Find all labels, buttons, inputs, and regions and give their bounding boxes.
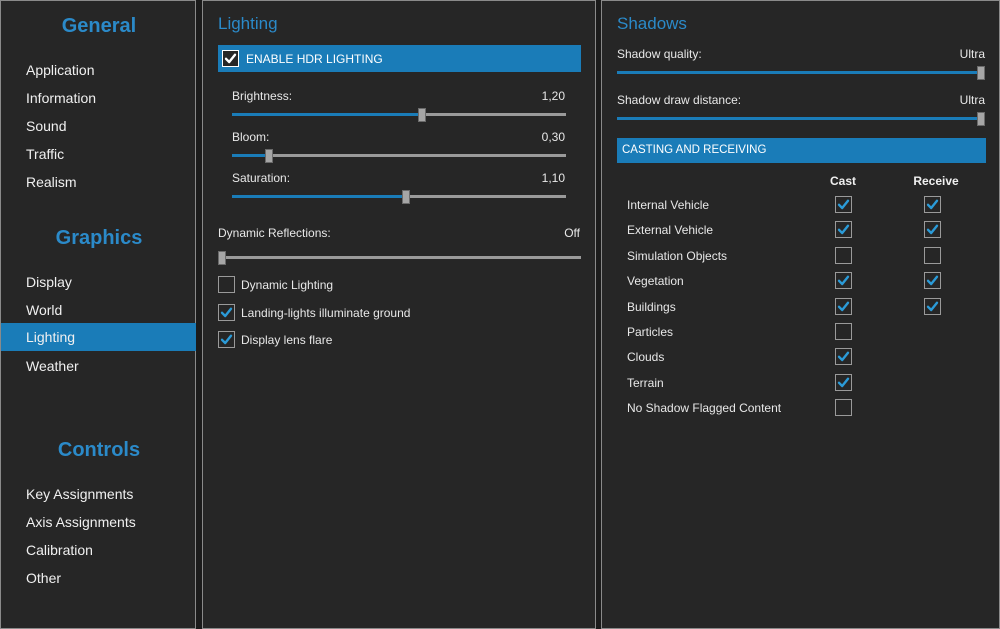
- shadow-row-label: Buildings: [627, 299, 676, 314]
- shadow-quality-label: Shadow quality:: [617, 47, 702, 61]
- section-title-general: General: [61, 15, 137, 37]
- shadow-row: External Vehicle: [627, 221, 987, 241]
- receive-checkbox-external-vehicle[interactable]: [924, 221, 941, 239]
- cast-checkbox-internal-vehicle[interactable]: [835, 196, 852, 213]
- cast-column-header: Cast: [829, 174, 856, 188]
- shadow-row: Terrain: [627, 373, 987, 394]
- cast-checkbox-clouds[interactable]: [835, 348, 852, 366]
- shadow-distance-label: Shadow draw distance:: [617, 93, 742, 107]
- shadow-row: Simulation Objects: [627, 246, 987, 267]
- section-title-controls: Controls: [57, 439, 141, 461]
- shadow-row-label: Terrain: [627, 375, 664, 390]
- cast-checkbox-buildings[interactable]: [835, 297, 852, 315]
- bloom-value: 0,30: [541, 130, 565, 144]
- slider-thumb[interactable]: [977, 66, 985, 80]
- dynamic-reflections-label: Dynamic Reflections:: [218, 226, 331, 240]
- slider-fill: [617, 117, 985, 120]
- saturation-slider[interactable]: [232, 190, 566, 204]
- sidebar-item-other[interactable]: Other: [1, 564, 196, 592]
- shadow-distance-value: Ultra: [959, 93, 985, 107]
- shadow-distance-slider[interactable]: [617, 112, 985, 126]
- slider-thumb[interactable]: [401, 190, 410, 204]
- sidebar-item-lighting[interactable]: Lighting: [1, 323, 196, 351]
- slider-track: [232, 154, 566, 157]
- saturation-label: Saturation:: [232, 171, 291, 185]
- sidebar-item-display[interactable]: Display: [1, 268, 196, 296]
- shadows-panel: Shadows Shadow quality: Ultra Shadow dra…: [601, 0, 1000, 629]
- brightness-value: 1,20: [541, 89, 565, 103]
- brightness-slider[interactable]: [232, 108, 566, 122]
- slider-thumb[interactable]: [218, 251, 226, 265]
- sidebar-item-calibration[interactable]: Calibration: [1, 536, 196, 564]
- dynamic-reflections-slider[interactable]: [218, 251, 581, 265]
- sidebar-item-realism[interactable]: Realism: [1, 168, 196, 196]
- shadow-row: Particles: [627, 323, 987, 343]
- cast-checkbox-vegetation[interactable]: [835, 272, 852, 290]
- sidebar-item-key-assignments[interactable]: Key Assignments: [1, 480, 196, 508]
- lens-flare-label: Display lens flare: [241, 332, 333, 347]
- lighting-panel: Lighting ENABLE HDR LIGHTING Brightness:…: [202, 0, 596, 629]
- enable-hdr-lighting-toggle[interactable]: ENABLE HDR LIGHTING: [218, 45, 581, 72]
- dynamic-lighting-option[interactable]: Dynamic Lighting: [218, 276, 333, 293]
- shadow-quality-slider[interactable]: [617, 66, 985, 80]
- receive-checkbox-vegetation[interactable]: [924, 272, 941, 290]
- slider-thumb[interactable]: [418, 108, 427, 122]
- shadow-row-label: No Shadow Flagged Content: [627, 401, 782, 416]
- panel-title-lighting: Lighting: [218, 14, 278, 33]
- shadow-row: Vegetation: [627, 272, 987, 292]
- bloom-slider[interactable]: [232, 149, 566, 163]
- panel-title-shadows: Shadows: [617, 14, 687, 33]
- settings-sidebar: General Application Information Sound Tr…: [0, 0, 196, 629]
- slider-fill: [232, 154, 269, 157]
- bloom-label: Bloom:: [232, 130, 270, 144]
- saturation-value: 1,10: [541, 171, 565, 185]
- shadow-row-label: Particles: [627, 325, 674, 339]
- slider-track: [218, 256, 581, 259]
- dynamic-lighting-checkbox[interactable]: [218, 276, 235, 293]
- landing-lights-option[interactable]: Landing-lights illuminate ground: [218, 304, 410, 321]
- lens-flare-checkbox[interactable]: [218, 331, 235, 348]
- hdr-label: ENABLE HDR LIGHTING: [246, 51, 383, 66]
- shadow-row-label: Simulation Objects: [627, 248, 728, 263]
- casting-receiving-header: CASTING AND RECEIVING: [617, 138, 986, 163]
- shadow-row: Clouds: [627, 348, 987, 368]
- cast-checkbox-simulation-objects[interactable]: [835, 246, 852, 264]
- sidebar-item-sound[interactable]: Sound: [1, 112, 196, 140]
- shadow-row-label: Vegetation: [627, 274, 684, 289]
- sidebar-item-weather[interactable]: Weather: [1, 352, 196, 380]
- dynamic-lighting-label: Dynamic Lighting: [241, 277, 334, 292]
- brightness-label: Brightness:: [232, 89, 293, 103]
- cast-checkbox-particles[interactable]: [835, 323, 852, 340]
- receive-checkbox-buildings[interactable]: [924, 297, 941, 315]
- dynamic-reflections-value: Off: [564, 226, 580, 240]
- shadow-row-label: External Vehicle: [627, 223, 714, 238]
- slider-fill: [232, 195, 406, 198]
- shadow-row: No Shadow Flagged Content: [627, 399, 987, 419]
- landing-lights-label: Landing-lights illuminate ground: [241, 305, 411, 320]
- cast-checkbox-no-shadow-flagged-content[interactable]: [835, 399, 852, 417]
- hdr-checkbox[interactable]: [222, 50, 239, 67]
- slider-thumb[interactable]: [977, 112, 985, 126]
- shadow-row-label: Clouds: [627, 350, 665, 365]
- shadow-quality-value: Ultra: [959, 47, 985, 61]
- shadow-row: Buildings: [627, 297, 987, 318]
- lens-flare-option[interactable]: Display lens flare: [218, 331, 332, 348]
- slider-fill: [617, 71, 985, 74]
- landing-lights-checkbox[interactable]: [218, 304, 235, 321]
- shadow-row: Internal Vehicle: [627, 196, 987, 216]
- sidebar-item-traffic[interactable]: Traffic: [1, 140, 196, 168]
- sidebar-item-world[interactable]: World: [1, 296, 196, 324]
- shadow-row-label: Internal Vehicle: [627, 198, 710, 212]
- receive-checkbox-internal-vehicle[interactable]: [924, 196, 941, 213]
- slider-thumb[interactable]: [264, 149, 273, 163]
- sidebar-item-axis-assignments[interactable]: Axis Assignments: [1, 508, 196, 536]
- cast-checkbox-terrain[interactable]: [835, 373, 852, 391]
- sidebar-item-information[interactable]: Information: [1, 84, 196, 112]
- cast-checkbox-external-vehicle[interactable]: [835, 221, 852, 239]
- sidebar-item-application[interactable]: Application: [1, 56, 196, 84]
- section-title-graphics: Graphics: [55, 227, 143, 249]
- receive-column-header: Receive: [913, 174, 959, 188]
- receive-checkbox-simulation-objects[interactable]: [924, 246, 941, 264]
- slider-fill: [232, 113, 423, 116]
